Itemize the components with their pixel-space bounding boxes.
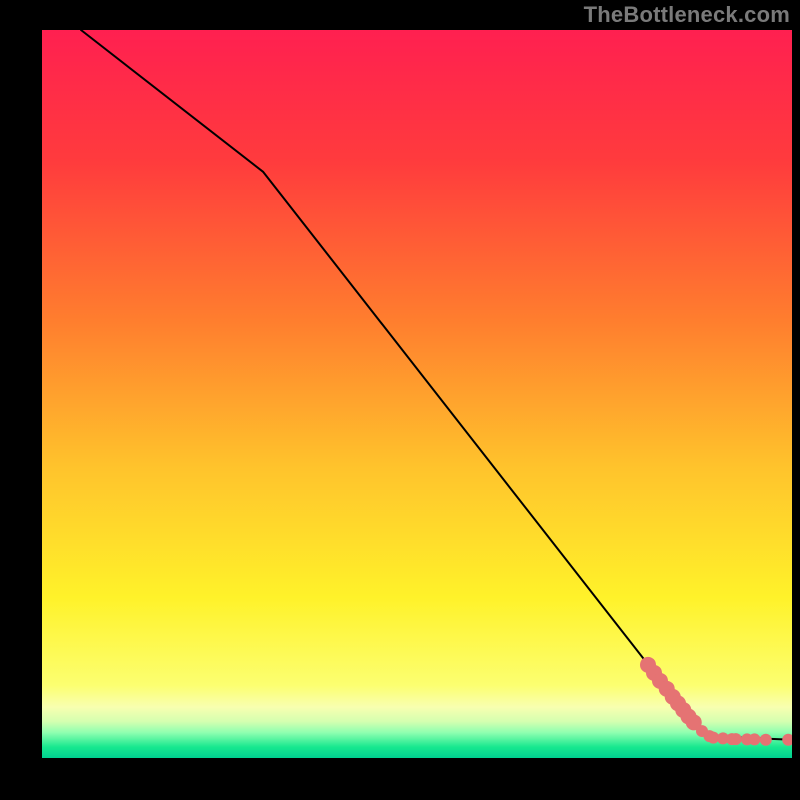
margin-left xyxy=(0,0,42,800)
attribution-label: TheBottleneck.com xyxy=(584,2,790,28)
data-marker xyxy=(760,734,772,746)
chart-container: TheBottleneck.com xyxy=(0,0,800,800)
plot-background xyxy=(42,30,792,758)
margin-right xyxy=(792,0,800,800)
data-marker xyxy=(730,733,742,745)
data-marker xyxy=(749,733,761,745)
margin-bottom xyxy=(0,758,800,800)
chart-svg xyxy=(0,0,800,800)
